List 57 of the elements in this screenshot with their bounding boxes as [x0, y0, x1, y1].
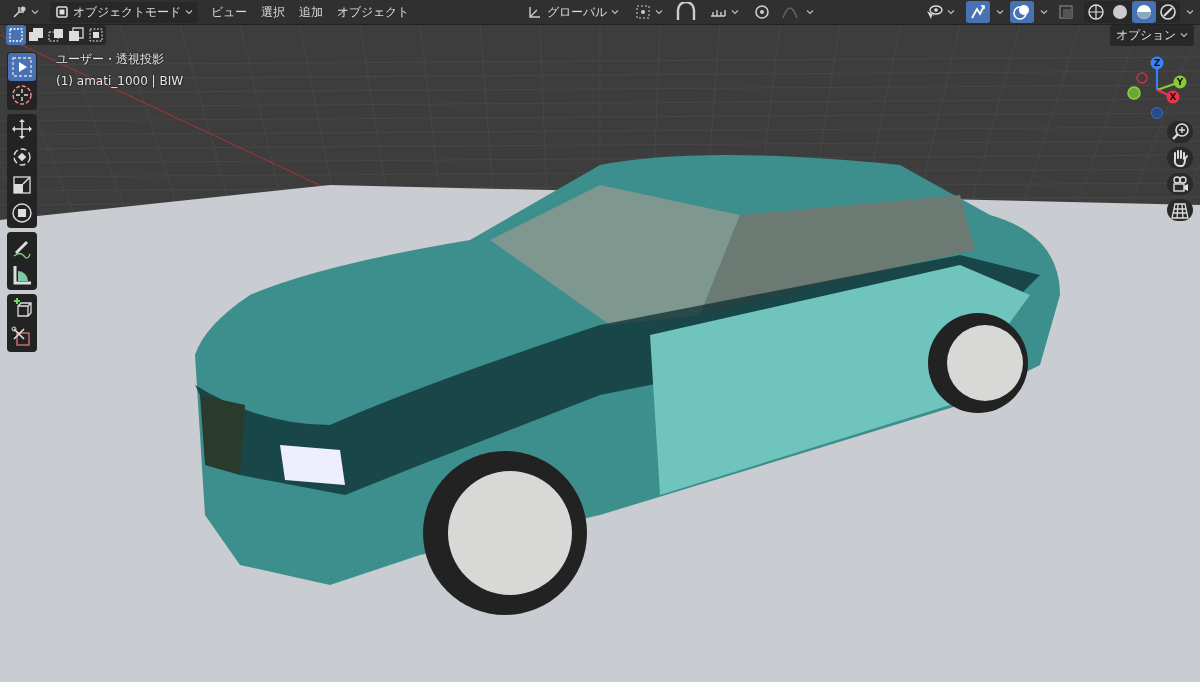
transform-icon [11, 4, 27, 20]
cursor-icon [10, 83, 34, 107]
negative-axis-handle[interactable] [1136, 72, 1148, 84]
caret-icon [31, 9, 39, 15]
caret-icon [185, 9, 193, 15]
intersect-select-icon [87, 26, 105, 44]
menu-item[interactable]: 追加 [292, 1, 330, 23]
caret-icon [1040, 9, 1048, 15]
rendered-shading-icon [1158, 2, 1178, 22]
caret-icon [611, 9, 619, 15]
axes-icon [527, 4, 543, 20]
snap-toggle[interactable] [674, 1, 698, 23]
select-mode-button[interactable] [6, 25, 26, 45]
mode-dropdown[interactable]: オブジェクトモード [50, 1, 198, 23]
select-tool-button[interactable] [8, 53, 36, 81]
caret-icon [806, 9, 814, 15]
negative-axis-handle[interactable] [1127, 86, 1141, 100]
caret-icon [731, 9, 739, 15]
transform-icon [10, 201, 34, 225]
gizmo-toggle[interactable] [966, 1, 990, 23]
shading-button[interactable] [1132, 1, 1156, 23]
object-info-label: (1) amati_1000 | BIW [56, 74, 184, 88]
menu-item[interactable]: 選択 [254, 1, 292, 23]
xray-icon [1056, 2, 1076, 22]
caret-icon [655, 9, 663, 15]
options-dropdown[interactable]: オプション [1110, 25, 1194, 46]
subtract-select-icon [47, 26, 65, 44]
caret-icon [996, 9, 1004, 15]
move-icon [10, 117, 34, 141]
snap-icon [676, 2, 696, 22]
scale-icon [10, 173, 34, 197]
eye-pointer-icon [925, 4, 943, 20]
orientation-dropdown[interactable]: グローバル [522, 1, 624, 23]
object-cube-icon [55, 5, 69, 19]
wireframe-shading-icon [1086, 2, 1106, 22]
select-icon [10, 55, 34, 79]
overlays-icon [1012, 2, 1032, 22]
negative-axis-handle[interactable] [1151, 107, 1163, 119]
set-select-icon [7, 26, 25, 44]
menu-item[interactable]: オブジェクト [330, 1, 416, 23]
solid-shading-icon [1110, 2, 1130, 22]
menu-item[interactable]: ビュー [204, 1, 254, 23]
pivot-icon [635, 4, 651, 20]
view-name-label: ユーザー・透視投影 [56, 51, 165, 68]
select-mode-button[interactable] [86, 25, 106, 45]
caret-icon [1180, 32, 1188, 38]
extend-select-icon [27, 26, 45, 44]
invert-select-icon [67, 26, 85, 44]
orientation-label: グローバル [547, 3, 607, 21]
axis-handle[interactable]: Y [1156, 75, 1187, 91]
axis-handle[interactable]: Z [1150, 56, 1164, 91]
caret-icon [947, 9, 955, 15]
overlays-toggle[interactable] [1010, 1, 1034, 23]
caret-icon [1186, 9, 1194, 15]
material-shading-icon [1134, 2, 1154, 22]
mode-label: オブジェクトモード [73, 3, 181, 21]
proportional-icon [752, 2, 772, 22]
